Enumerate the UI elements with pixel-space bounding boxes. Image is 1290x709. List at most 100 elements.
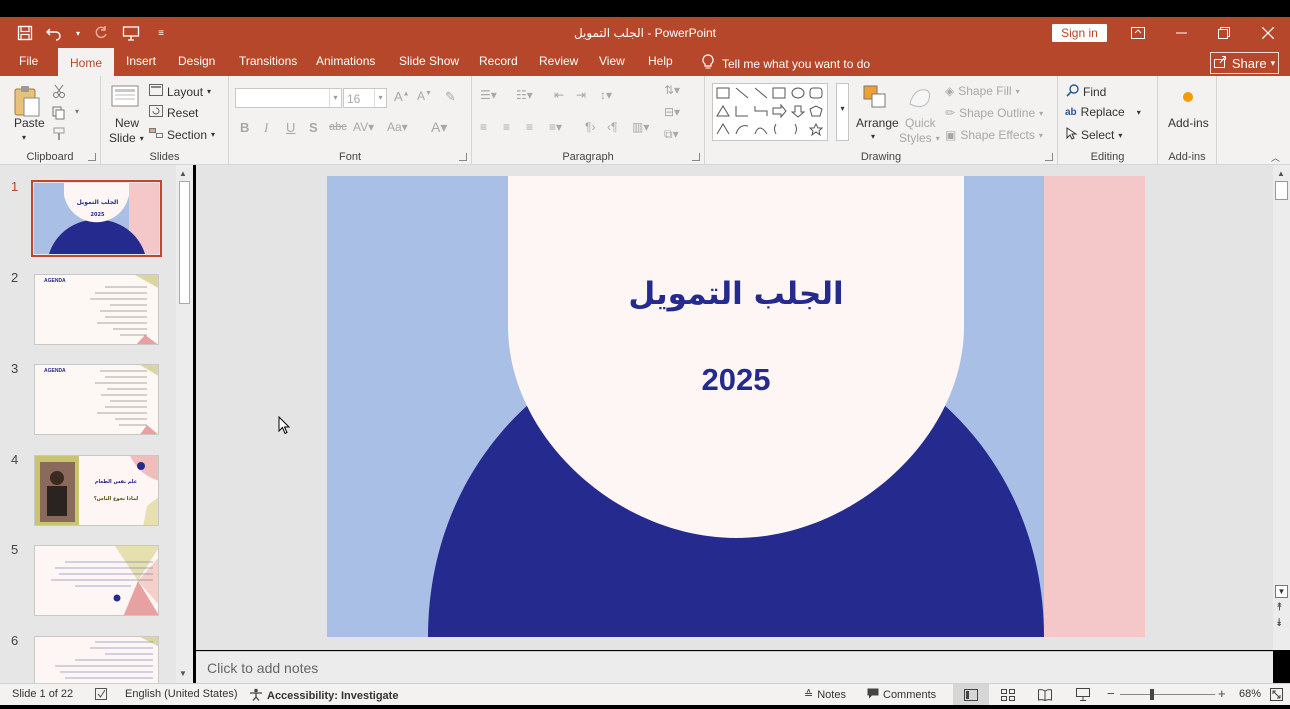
tab-animations[interactable]: Animations <box>316 54 375 68</box>
notes-button[interactable]: ≙ Notes <box>804 688 846 702</box>
tell-me-search[interactable]: Tell me what you want to do <box>702 54 870 73</box>
new-slide-button[interactable]: Slide ▾ <box>109 131 144 145</box>
previous-slide-icon[interactable]: ⯭ <box>1276 601 1283 614</box>
replace-button[interactable]: ab Replace ▾ <box>1065 105 1141 119</box>
font-launcher-icon[interactable] <box>459 153 467 161</box>
italic-icon[interactable]: I <box>264 120 268 136</box>
slide-scrollbar[interactable]: ▲ ▼ ⯭ ⯯ <box>1273 165 1290 650</box>
copy-dropdown-icon[interactable]: ▾ <box>75 107 79 116</box>
minimize-icon[interactable] <box>1170 21 1194 45</box>
numbering-icon[interactable]: ☷▾ <box>516 88 533 102</box>
shadow-icon[interactable]: S <box>309 120 318 135</box>
select-button[interactable]: Select ▾ <box>1066 127 1122 143</box>
language[interactable]: English (United States) <box>125 688 238 700</box>
tab-transitions[interactable]: Transitions <box>239 54 297 68</box>
slide-thumbnail-3[interactable]: AGENDA <box>34 364 159 435</box>
clipboard-launcher-icon[interactable] <box>88 153 96 161</box>
reading-view-icon[interactable] <box>1038 689 1052 704</box>
increase-font-size-icon[interactable]: A▲ <box>394 89 410 104</box>
spelling-icon[interactable] <box>95 688 109 700</box>
slide-scroll-thumb[interactable] <box>1275 181 1288 200</box>
normal-view-button[interactable] <box>953 684 989 706</box>
slide-scroll-up-icon[interactable]: ▲ <box>1277 169 1285 178</box>
align-text-icon[interactable]: ⊟▾ <box>664 105 680 119</box>
tab-insert[interactable]: Insert <box>126 54 156 68</box>
thumbnail-scrollbar[interactable]: ▲ ▼ <box>176 165 193 683</box>
slide-thumbnail-1[interactable]: الجلب التمويل 2025 <box>31 180 162 257</box>
fit-to-window-icon[interactable] <box>1270 688 1283 704</box>
tab-record[interactable]: Record <box>479 54 518 68</box>
drawing-launcher-icon[interactable] <box>1045 153 1053 161</box>
arrange-label[interactable]: Arrange <box>856 116 899 130</box>
shape-outline-button[interactable]: ✏ Shape Outline ▾ <box>945 106 1043 120</box>
clear-formatting-icon[interactable]: ✎ <box>445 89 456 105</box>
tab-view[interactable]: View <box>599 54 625 68</box>
increase-indent-icon[interactable]: ⇥ <box>576 88 586 102</box>
slide-thumbnail-2[interactable]: AGENDA <box>34 274 159 345</box>
tab-design[interactable]: Design <box>178 54 215 68</box>
decrease-font-size-icon[interactable]: A▼ <box>417 89 432 103</box>
shapes-more-icon[interactable]: ▾ <box>836 83 849 141</box>
text-direction-icon[interactable]: ⇅▾ <box>664 83 680 97</box>
layout-button[interactable]: Layout ▾ <box>149 84 211 99</box>
ribbon-display-options-icon[interactable] <box>1126 21 1150 45</box>
shapes-gallery[interactable] <box>712 83 828 141</box>
tab-help[interactable]: Help <box>648 54 673 68</box>
cut-icon[interactable] <box>52 84 66 103</box>
arrange-icon[interactable] <box>862 84 888 115</box>
quick-styles-icon[interactable] <box>906 84 934 117</box>
thumbnail-scroll-up-icon[interactable]: ▲ <box>179 169 187 178</box>
restore-icon[interactable] <box>1212 21 1236 45</box>
accessibility-button[interactable]: Accessibility: Investigate <box>249 688 398 704</box>
justify-icon[interactable]: ≡▾ <box>549 120 562 134</box>
slide-scroll-down-icon[interactable]: ▼ <box>1275 585 1288 598</box>
slide-title[interactable]: الجلب التمويل <box>508 276 964 312</box>
current-slide[interactable]: الجلب التمويل 2025 <box>327 176 1145 637</box>
align-left-icon[interactable]: ≡ <box>480 120 487 134</box>
align-center-icon[interactable]: ≡ <box>503 120 510 134</box>
zoom-level[interactable]: 68% <box>1239 688 1261 700</box>
tab-slide-show[interactable]: Slide Show <box>399 54 459 68</box>
collapse-ribbon-icon[interactable]: ︿ <box>1271 151 1280 164</box>
addins-icon[interactable] <box>1181 90 1195 109</box>
tab-home[interactable]: Home <box>58 48 115 76</box>
bullets-icon[interactable]: ☰▾ <box>480 88 497 102</box>
rtl-icon[interactable]: ‹¶ <box>607 120 617 134</box>
zoom-in-icon[interactable]: + <box>1218 686 1226 701</box>
font-name-dropdown[interactable]: ▾ <box>235 88 342 108</box>
copy-icon[interactable] <box>52 106 66 125</box>
new-slide-icon[interactable] <box>110 84 140 115</box>
share-button[interactable]: Share ▾ <box>1210 52 1279 74</box>
smartart-icon[interactable]: ⧉▾ <box>664 127 679 142</box>
thumbnail-scroll-down-icon[interactable]: ▼ <box>179 669 187 678</box>
slide-thumbnail-5[interactable] <box>34 545 159 616</box>
find-button[interactable]: Find <box>1066 84 1106 100</box>
notes-pane[interactable]: Click to add notes <box>196 651 1273 683</box>
slide-year[interactable]: 2025 <box>508 362 964 398</box>
shape-effects-button[interactable]: ▣ Shape Effects ▾ <box>945 128 1043 142</box>
addins-button-label[interactable]: Add-ins <box>1168 116 1209 130</box>
zoom-slider-thumb[interactable] <box>1150 689 1154 700</box>
section-button[interactable]: Section ▾ <box>149 127 215 142</box>
paste-label[interactable]: Paste <box>14 116 45 130</box>
shape-fill-button[interactable]: ◈ Shape Fill ▾ <box>945 84 1020 98</box>
comments-button[interactable]: Comments <box>867 688 936 702</box>
font-size-dropdown[interactable]: 16 ▾ <box>343 88 387 108</box>
bold-icon[interactable]: B <box>240 120 249 135</box>
slide-show-icon[interactable] <box>1076 688 1090 704</box>
sign-in-button[interactable]: Sign in <box>1052 24 1107 42</box>
slide-sorter-icon[interactable] <box>1001 689 1015 704</box>
ltr-icon[interactable]: ¶› <box>585 120 595 134</box>
strikethrough-icon[interactable]: abc <box>329 121 347 133</box>
format-painter-icon[interactable] <box>52 127 66 146</box>
tab-file[interactable]: File <box>19 54 38 68</box>
next-slide-icon[interactable]: ⯯ <box>1276 617 1283 630</box>
align-right-icon[interactable]: ≡ <box>526 120 533 134</box>
columns-icon[interactable]: ▥▾ <box>632 120 649 134</box>
zoom-out-icon[interactable]: − <box>1107 686 1115 701</box>
font-color-icon[interactable]: A▾ <box>431 119 447 136</box>
quick-styles-label-1[interactable]: Quick <box>905 116 936 130</box>
arrange-dropdown-icon[interactable]: ▾ <box>871 132 875 141</box>
new-slide-label-1[interactable]: New <box>115 116 139 130</box>
paragraph-launcher-icon[interactable] <box>692 153 700 161</box>
